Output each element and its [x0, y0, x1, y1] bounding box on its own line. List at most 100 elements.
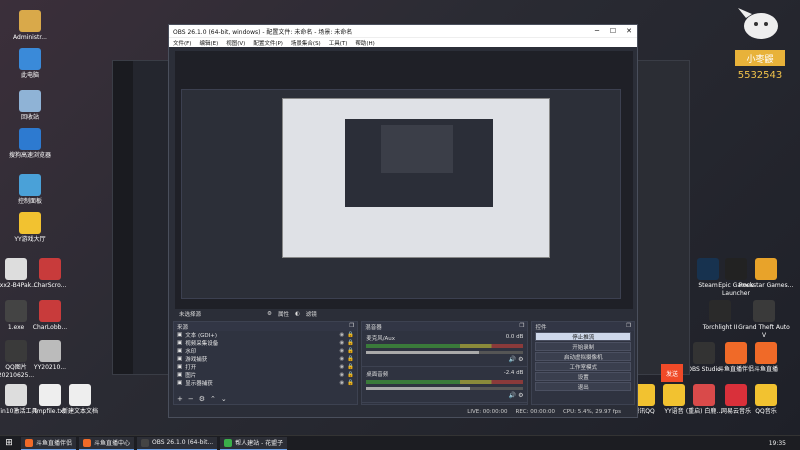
eye-icon[interactable]: ◉ — [340, 340, 345, 346]
control-button[interactable]: 工作室模式 — [535, 362, 631, 371]
desktop-icon-label: QQ音乐 — [755, 408, 777, 415]
dock-float-icon[interactable]: ❐ — [349, 323, 354, 330]
lock-icon[interactable]: 🔒 — [347, 372, 354, 378]
source-item[interactable]: ▣ 显示器捕获 ◉ 🔒 — [174, 379, 357, 387]
taskbar-item[interactable]: 斗鱼直播伴侣 — [21, 436, 77, 450]
desktop-icon[interactable]: Administr... — [2, 10, 58, 42]
source-item[interactable]: ▣ 图片 ◉ 🔒 — [174, 371, 357, 379]
desktop-icon[interactable]: YY游戏大厅 — [2, 212, 58, 244]
lock-icon[interactable]: 🔒 — [347, 364, 354, 370]
dock-float-icon[interactable]: ❐ — [520, 323, 525, 330]
obs-preview[interactable] — [175, 51, 633, 309]
obs-statusbar: LIVE: 00:00:00 REC: 00:00:00 CPU: 5.4%, … — [169, 407, 637, 417]
app-icon — [755, 258, 777, 280]
taskbar-app-icon — [83, 438, 92, 447]
maximize-icon[interactable]: ☐ — [605, 27, 621, 35]
desktop-icon[interactable]: 回收站 — [2, 90, 58, 122]
desktop-icon[interactable]: 新建文本文档 — [52, 384, 108, 416]
move-down-icon[interactable]: ⌄ — [221, 395, 227, 404]
eye-icon[interactable]: ◉ — [340, 332, 345, 338]
eye-icon[interactable]: ◉ — [340, 356, 345, 362]
menu-item[interactable]: 场景集合(S) — [291, 39, 321, 47]
lock-icon[interactable]: 🔒 — [347, 356, 354, 362]
desktop-icon[interactable]: 斗鱼直播 — [738, 342, 794, 374]
gear-icon[interactable]: ⚙ — [267, 311, 272, 317]
move-up-icon[interactable]: ⌃ — [210, 395, 216, 404]
source-item[interactable]: ▣ 文本 (GDI+) ◉ 🔒 — [174, 331, 357, 339]
control-button[interactable]: 启动虚拟摄像机 — [535, 352, 631, 361]
obs-titlebar[interactable]: OBS 26.1.0 (64-bit, windows) - 配置文件: 未命名… — [169, 25, 637, 37]
menu-item[interactable]: 配置文件(P) — [253, 39, 283, 47]
desktop-icon[interactable]: Rockstar Games... — [738, 258, 794, 290]
add-source-icon[interactable]: + — [177, 395, 183, 404]
gear-icon[interactable]: ⚙ — [518, 392, 523, 399]
volume-slider[interactable] — [366, 387, 524, 390]
desktop-icon-label: 斗鱼直播 — [753, 366, 778, 373]
control-button[interactable]: 设置 — [535, 372, 631, 381]
desktop-icon-label: 回收站 — [20, 114, 39, 121]
source-type-icon: ▣ — [177, 340, 183, 346]
eye-icon[interactable]: ◉ — [340, 372, 345, 378]
channel-db: 0.0 dB — [505, 334, 524, 340]
windows-start-icon[interactable]: ⊞ — [0, 436, 18, 450]
app-icon — [709, 300, 731, 322]
eye-icon[interactable]: ◉ — [340, 364, 345, 370]
channel-db: -2.4 dB — [503, 370, 524, 376]
filter-icon[interactable]: ◐ — [295, 311, 300, 317]
control-button[interactable]: 开始录制 — [535, 342, 631, 351]
mascot-icon — [738, 8, 778, 39]
app-icon — [19, 212, 41, 234]
dock-float-icon[interactable]: ❐ — [626, 323, 631, 330]
source-item[interactable]: ▣ 视频采集设备 ◉ 🔒 — [174, 339, 357, 347]
control-button[interactable]: 停止推流 — [535, 332, 631, 341]
remove-source-icon[interactable]: − — [188, 395, 194, 404]
source-name: 图片 — [185, 373, 197, 379]
app-icon — [69, 384, 91, 406]
eye-icon[interactable]: ◉ — [340, 380, 345, 386]
eye-icon[interactable]: ◉ — [340, 348, 345, 354]
app-icon — [39, 258, 61, 280]
desktop-icon[interactable]: 此电脑 — [2, 48, 58, 80]
speaker-icon[interactable]: 🔊 — [509, 392, 518, 399]
obs-menubar: 文件(F) 编辑(E) 视图(V) 配置文件(P) 场景集合(S) 工具(T) 帮助(H) — [169, 37, 637, 47]
nested-obs-capture-3 — [381, 125, 453, 173]
lock-icon[interactable]: 🔒 — [347, 332, 354, 338]
menu-item[interactable]: 文件(F) — [173, 39, 191, 47]
nested-obs-capture-2 — [345, 119, 493, 207]
channel-name: 麦克风/Aux — [366, 336, 396, 342]
taskbar-item[interactable]: OBS 26.1.0 (64-bit... — [137, 436, 218, 450]
close-icon[interactable]: ✕ — [621, 27, 637, 35]
desktop-icon[interactable]: CharScro... — [22, 258, 78, 290]
taskbar-item[interactable]: 斗鱼直播中心 — [79, 436, 135, 450]
source-settings-icon[interactable]: ⚙ — [199, 395, 205, 404]
source-item[interactable]: ▣ 打开 ◉ 🔒 — [174, 363, 357, 371]
minimize-icon[interactable]: ─ — [589, 27, 605, 35]
lock-icon[interactable]: 🔒 — [347, 340, 354, 346]
menu-item[interactable]: 编辑(E) — [199, 39, 218, 47]
speaker-icon[interactable]: 🔊 — [509, 356, 518, 363]
controls-dock: 控件 ❐ 停止推流 开始录制 启动虚拟摄像机 工作室模式 设置 退出 — [531, 321, 635, 405]
control-button[interactable]: 退出 — [535, 382, 631, 391]
desktop-icon[interactable]: CharLobb... — [22, 300, 78, 332]
desktop-icon[interactable]: 搜狗高速浏览器 — [2, 128, 58, 160]
desktop-icon[interactable]: Grand Theft Auto V — [736, 300, 792, 340]
chat-send-button[interactable]: 发送 — [661, 364, 683, 382]
menu-item[interactable]: 工具(T) — [329, 39, 348, 47]
source-item[interactable]: ▣ 游戏捕获 ◉ 🔒 — [174, 355, 357, 363]
desktop-icon[interactable]: QQ音乐 — [738, 384, 794, 416]
taskbar-app-icon — [141, 438, 150, 447]
mixer-channel: 麦克风/Aux 0.0 dB 🔊 ⚙ — [362, 331, 528, 367]
desktop-icon[interactable]: 控制面板 — [2, 174, 58, 206]
properties-button[interactable]: 属性 — [278, 310, 289, 318]
taskbar-item[interactable]: 帮人建站 - 花盟子 — [220, 436, 288, 450]
source-item[interactable]: ▣ 水印 ◉ 🔒 — [174, 347, 357, 355]
filters-button[interactable]: 滤镜 — [306, 310, 317, 318]
mixer-title: 混音器 — [365, 325, 382, 331]
lock-icon[interactable]: 🔒 — [347, 380, 354, 386]
volume-slider[interactable] — [366, 351, 524, 354]
desktop-icon[interactable]: YY20210... — [22, 340, 78, 372]
gear-icon[interactable]: ⚙ — [518, 356, 523, 363]
menu-item[interactable]: 帮助(H) — [355, 39, 374, 47]
lock-icon[interactable]: 🔒 — [347, 348, 354, 354]
menu-item[interactable]: 视图(V) — [226, 39, 245, 47]
